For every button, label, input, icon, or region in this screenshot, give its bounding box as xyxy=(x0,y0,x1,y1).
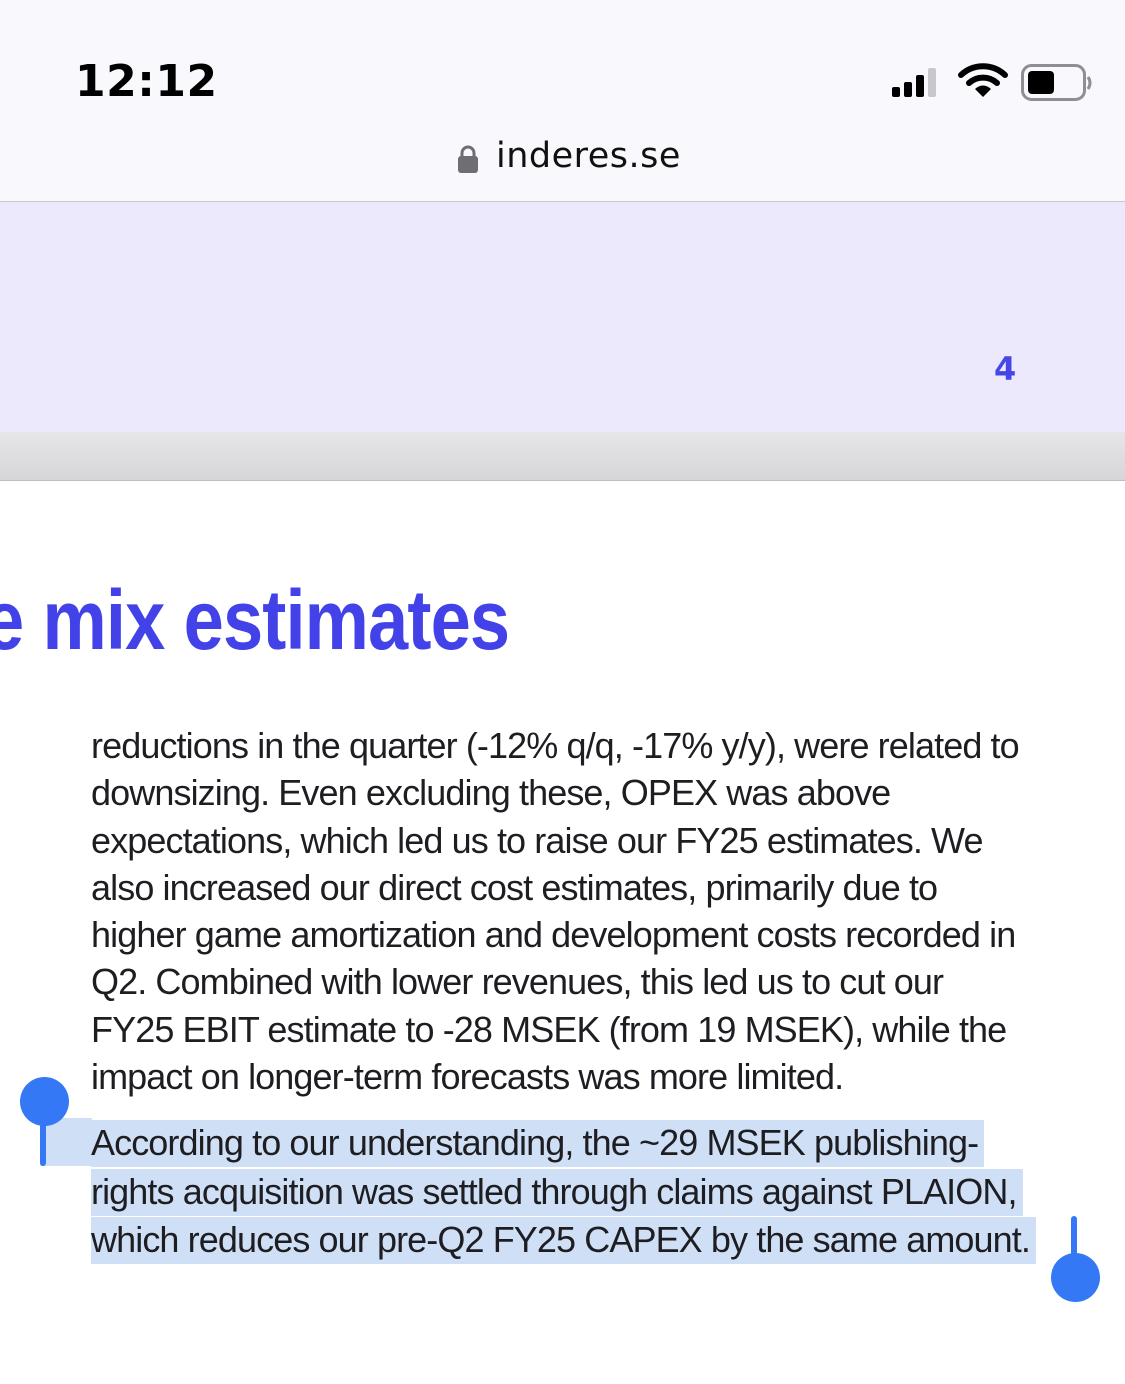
paragraph-line: higher game amortization and development… xyxy=(91,914,1016,956)
selected-line[interactable]: According to our understanding, the ~29 … xyxy=(91,1120,1101,1169)
selection-highlight[interactable]: which reduces our pre-Q2 FY25 CAPEX by t… xyxy=(91,1217,1036,1264)
selection-highlight[interactable]: rights acquisition was settled through c… xyxy=(91,1168,1023,1216)
lock-icon xyxy=(458,145,478,173)
selected-line[interactable]: rights acquisition was settled through c… xyxy=(91,1168,1101,1218)
wifi-icon xyxy=(958,63,1008,97)
signal-icon xyxy=(892,68,936,97)
selection-end-handle[interactable] xyxy=(1051,1253,1100,1302)
paragraph-1: reductions in the quarter (-12% q/q, -17… xyxy=(91,722,1101,1100)
report-header-band: 4 xyxy=(0,202,1125,432)
status-bar: 12:12 xyxy=(0,0,1125,130)
paragraph-line: downsizing. Even excluding these, OPEX w… xyxy=(91,772,891,814)
page-divider xyxy=(0,432,1125,481)
url-text[interactable]: inderes.se xyxy=(496,136,681,176)
paragraph-line: reductions in the quarter (-12% q/q, -17… xyxy=(91,725,1020,766)
paragraph-line: Q2. Combined with lower revenues, this l… xyxy=(91,961,944,1003)
selected-line[interactable]: which reduces our pre-Q2 FY25 CAPEX by t… xyxy=(91,1217,1101,1266)
paragraph-line: expectations, which led us to raise our … xyxy=(91,819,983,861)
selection-start-handle[interactable] xyxy=(20,1077,69,1126)
paragraph-line: impact on longer-term forecasts was more… xyxy=(91,1056,844,1098)
section-heading: e mix estimates xyxy=(0,573,510,667)
paragraph-2-selected[interactable]: According to our understanding, the ~29 … xyxy=(91,1120,1101,1266)
clock: 12:12 xyxy=(75,56,218,107)
address-bar[interactable]: inderes.se xyxy=(0,130,1125,202)
selection-highlight[interactable]: According to our understanding, the ~29 … xyxy=(91,1120,985,1167)
page-number: 4 xyxy=(994,350,1017,388)
battery-icon xyxy=(1021,64,1092,101)
paragraph-line: FY25 EBIT estimate to -28 MSEK (from 19 … xyxy=(91,1008,1007,1050)
paragraph-line: also increased our direct cost estimates… xyxy=(91,866,938,908)
